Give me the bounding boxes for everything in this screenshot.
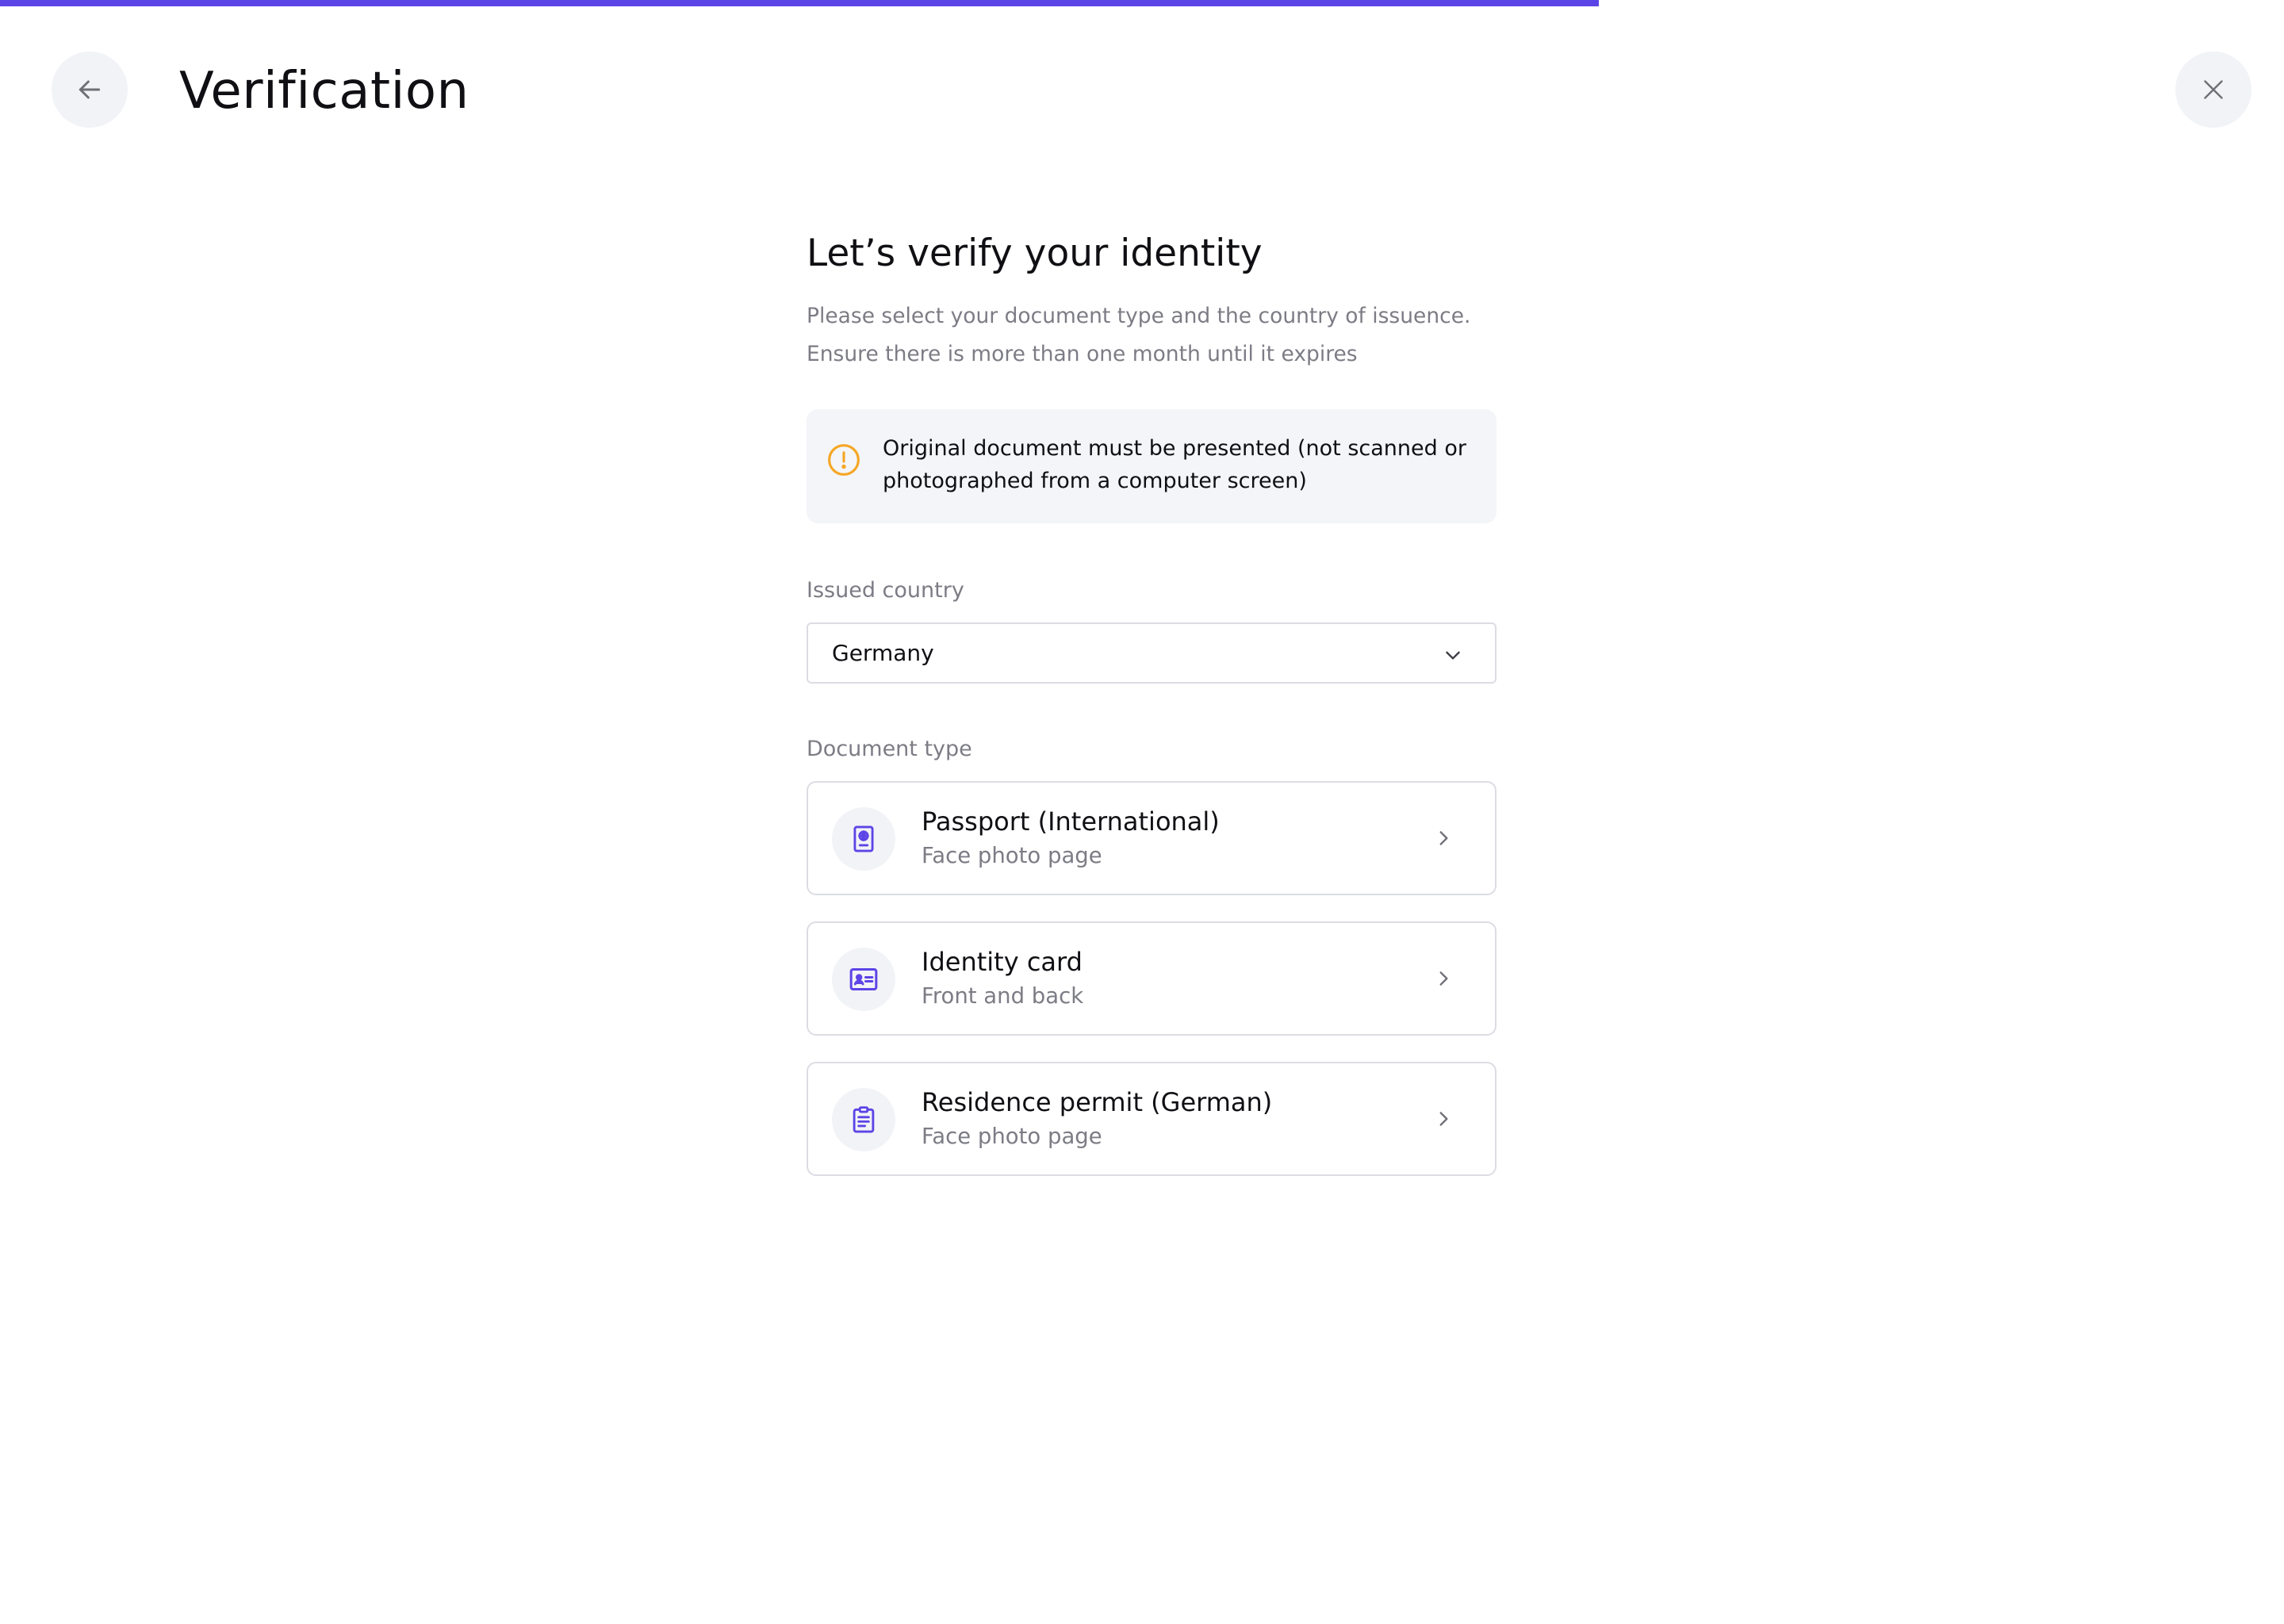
document-type-list: Passport (International) Face photo page…: [807, 781, 1496, 1176]
document-option-title: Passport (International): [922, 806, 1220, 837]
chevron-right-icon: [1439, 1112, 1448, 1126]
instructions-text: Please select your document type and the…: [807, 297, 1496, 373]
back-button[interactable]: [52, 52, 128, 128]
notice-line-1: Original document must be presented (not…: [883, 436, 1466, 461]
document-option-title: Residence permit (German): [922, 1087, 1273, 1117]
arrow-left-icon: [79, 80, 101, 99]
warning-circle-icon: [828, 444, 860, 476]
id-card-icon: [849, 968, 878, 990]
instructions-line-1: Please select your document type and the…: [807, 304, 1471, 328]
issued-country-select[interactable]: Germany: [807, 622, 1496, 684]
document-option-identity-card[interactable]: Identity card Front and back: [807, 921, 1496, 1036]
document-option-subtitle: Face photo page: [922, 1124, 1102, 1149]
verification-content: Let’s verify your identity Please select…: [807, 224, 1496, 1202]
chevron-right-icon: [1439, 831, 1448, 845]
page-title: Verification: [179, 62, 469, 121]
instructions-line-2: Ensure there is more than one month unti…: [807, 342, 1358, 366]
section-heading: Let’s verify your identity: [807, 232, 1263, 275]
notice-text: Original document must be presented (not…: [883, 432, 1485, 497]
close-button[interactable]: [2175, 52, 2251, 128]
document-type-label: Document type: [807, 737, 972, 761]
document-icon-badge: [832, 1088, 895, 1151]
passport-icon: [853, 825, 874, 852]
document-icon-badge: [832, 807, 895, 871]
clipboard-icon: [853, 1106, 875, 1133]
notice-line-2: photographed from a computer screen): [883, 469, 1307, 493]
document-icon-badge: [832, 948, 895, 1011]
document-option-passport[interactable]: Passport (International) Face photo page: [807, 781, 1496, 895]
original-document-notice: Original document must be presented (not…: [807, 409, 1496, 523]
close-icon: [2204, 80, 2223, 99]
chevron-right-icon: [1439, 971, 1448, 986]
issued-country-value: Germany: [832, 640, 934, 666]
issued-country-label: Issued country: [807, 578, 964, 603]
chevron-down-icon: [1446, 651, 1460, 660]
document-option-residence-permit[interactable]: Residence permit (German) Face photo pag…: [807, 1062, 1496, 1176]
document-option-subtitle: Front and back: [922, 983, 1084, 1009]
document-option-subtitle: Face photo page: [922, 843, 1102, 868]
progress-bar: [0, 0, 1599, 6]
document-option-title: Identity card: [922, 947, 1083, 977]
